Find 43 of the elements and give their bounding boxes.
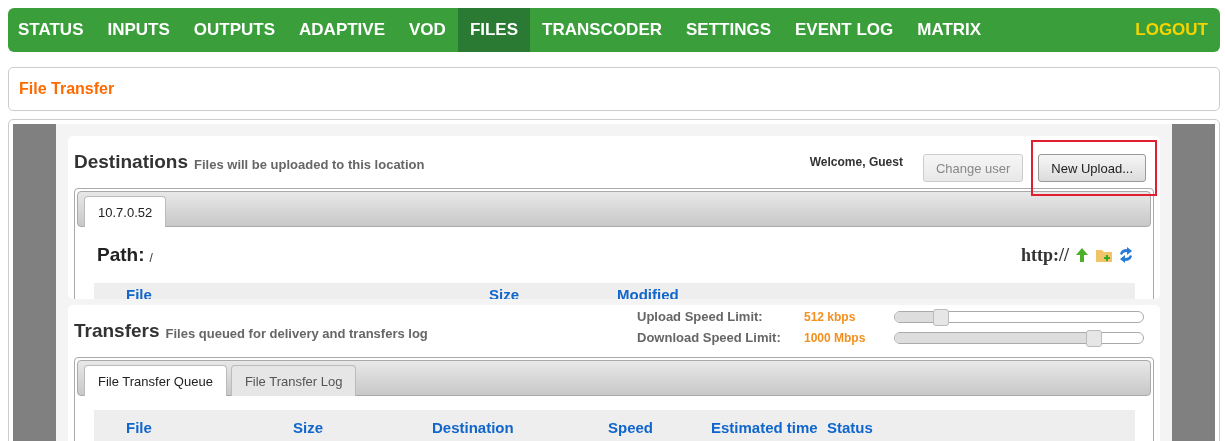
speed-slider[interactable]	[894, 331, 1144, 344]
nav-tab[interactable]: INPUTS	[95, 8, 182, 52]
path-label: Path:	[97, 244, 145, 266]
tab[interactable]: File Transfer Log	[230, 365, 357, 396]
column-header: Modified	[617, 285, 680, 299]
section-subtitle: Files queued for delivery and transfers log	[165, 325, 428, 341]
url-prefix: http://	[1021, 244, 1069, 266]
nav-tab[interactable]: SETTINGS	[674, 8, 783, 52]
column-header: Estimated time	[711, 418, 819, 436]
column-header: Speed	[608, 418, 654, 436]
refresh-icon[interactable]	[1117, 246, 1135, 264]
column-header: Size	[489, 285, 520, 299]
page-title: File Transfer	[19, 80, 115, 98]
column-header: File	[125, 418, 153, 436]
nav-tab[interactable]: FILES	[457, 8, 531, 52]
nav-tab[interactable]: OUTPUTS	[181, 8, 288, 52]
tab[interactable]: File Transfer Queue	[84, 365, 227, 396]
speed-limit-label: Upload Speed Limit:	[637, 309, 764, 324]
speed-slider[interactable]	[894, 310, 1144, 323]
section-title: Destinations	[74, 151, 189, 173]
section-subtitle: Files will be uploaded to this location	[194, 156, 425, 172]
nav-tab[interactable]: STATUS	[8, 8, 96, 52]
path-value: /	[149, 250, 153, 265]
slider-handle[interactable]	[1086, 329, 1103, 347]
speed-limit-reading: 512 kbps	[804, 309, 857, 324]
column-header: Destination	[432, 418, 515, 436]
tab[interactable]: 10.7.0.52	[84, 196, 167, 227]
section-title: Transfers	[74, 320, 160, 342]
nav-tab[interactable]: ADAPTIVE	[287, 8, 398, 52]
welcome-text: Welcome, Guest	[809, 155, 903, 169]
nav-tab[interactable]: MATRIX	[905, 8, 994, 52]
column-header: File	[125, 285, 153, 299]
logout-link[interactable]: LOGOUT	[1123, 8, 1220, 52]
column-header: Size	[293, 418, 324, 436]
upload-arrow-icon[interactable]	[1073, 246, 1091, 264]
slider-handle[interactable]	[932, 308, 949, 326]
nav-tab[interactable]: EVENT LOG	[783, 8, 906, 52]
action-button[interactable]: New Upload...	[1038, 154, 1146, 182]
column-header: Status	[827, 418, 874, 436]
nav-tab[interactable]: VOD	[397, 8, 458, 52]
speed-limit-reading: 1000 Mbps	[804, 330, 867, 345]
speed-limit-label: Download Speed Limit:	[637, 330, 782, 345]
nav-tab[interactable]: TRANSCODER	[530, 8, 674, 52]
